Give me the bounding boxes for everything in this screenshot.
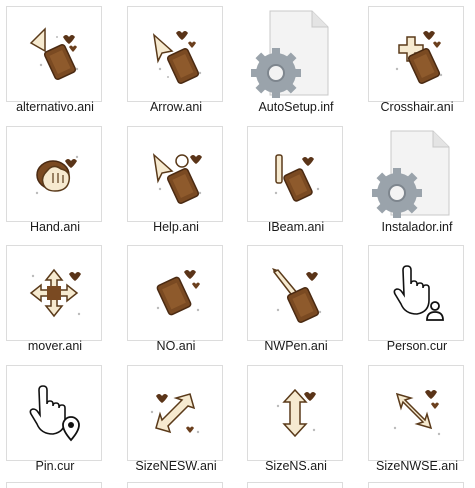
file-thumbnail <box>368 365 464 461</box>
file-name: Crosshair.ani <box>380 100 454 114</box>
choc-arrow-cursor-icon <box>152 31 202 85</box>
file-item[interactable]: Pin.cur <box>0 359 110 477</box>
resize-nesw-cursor-icon <box>150 393 200 434</box>
resize-ns-cursor-icon <box>276 388 316 438</box>
file-item[interactable]: mover.ani <box>0 239 110 357</box>
choc-arrow-cursor-icon <box>29 27 79 81</box>
file-item[interactable]: IBeam.ani <box>241 120 351 238</box>
file-thumbnail-partial[interactable] <box>368 482 464 488</box>
file-thumbnail <box>368 245 464 341</box>
file-thumbnail <box>368 126 464 222</box>
file-item[interactable]: NO.ani <box>121 239 231 357</box>
file-item[interactable]: AutoSetup.inf <box>241 0 351 118</box>
file-thumbnail <box>247 245 343 341</box>
file-thumbnail <box>247 365 343 461</box>
file-thumbnail <box>6 126 102 222</box>
file-name: Arrow.ani <box>149 100 203 114</box>
file-thumbnail <box>127 6 223 102</box>
file-item[interactable]: NWPen.ani <box>241 239 351 357</box>
file-thumbnail <box>127 245 223 341</box>
file-thumbnail <box>127 126 223 222</box>
file-thumbnail <box>368 6 464 102</box>
resize-nwse-cursor-icon <box>393 390 441 436</box>
file-thumbnail <box>247 126 343 222</box>
file-item[interactable]: Arrow.ani <box>121 0 231 118</box>
file-name: Help.ani <box>153 220 199 234</box>
file-thumbnail <box>127 365 223 461</box>
choc-move-cursor-icon <box>29 268 81 318</box>
file-name: alternativo.ani <box>16 100 94 114</box>
file-name: SizeNS.ani <box>265 459 327 473</box>
file-item[interactable]: Crosshair.ani <box>362 0 472 118</box>
file-thumbnail <box>247 6 343 102</box>
file-thumbnail-partial[interactable] <box>127 482 223 488</box>
pin-hand-cursor-icon <box>29 385 80 442</box>
file-thumbnail <box>6 245 102 341</box>
file-item[interactable]: Person.cur <box>362 239 472 357</box>
file-name: NWPen.ani <box>264 339 328 353</box>
file-name: IBeam.ani <box>267 220 325 234</box>
file-name: NO.ani <box>156 339 196 353</box>
settings-file-icon <box>251 10 329 98</box>
file-name: Person.cur <box>386 339 448 353</box>
file-name: SizeNESW.ani <box>135 459 217 473</box>
file-name: Instalador.inf <box>381 220 453 234</box>
file-item[interactable]: SizeNESW.ani <box>121 359 231 477</box>
file-thumbnail-partial[interactable] <box>6 482 102 488</box>
person-hand-cursor-icon <box>393 265 444 321</box>
file-item[interactable]: Help.ani <box>121 120 231 238</box>
file-item[interactable]: SizeNWSE.ani <box>362 359 472 477</box>
file-item[interactable]: alternativo.ani <box>0 0 110 118</box>
choc-ibeam-cursor-icon <box>274 154 320 202</box>
file-item[interactable]: SizeNS.ani <box>241 359 351 477</box>
choc-pen-cursor-icon <box>272 268 322 324</box>
file-name: SizeNWSE.ani <box>376 459 458 473</box>
choc-crosshair-cursor-icon <box>395 31 443 85</box>
file-thumbnail <box>6 365 102 461</box>
choc-hand-cursor-icon <box>35 155 79 195</box>
file-item[interactable]: Hand.ani <box>0 120 110 238</box>
file-item[interactable]: Instalador.inf <box>362 120 472 238</box>
file-name: Pin.cur <box>35 459 75 473</box>
settings-file-icon <box>372 130 450 218</box>
choc-no-cursor-icon <box>156 270 200 316</box>
file-name: mover.ani <box>27 339 83 353</box>
file-grid: alternativo.ani Arrow.ani AutoSetup.inf … <box>0 0 475 488</box>
file-name: Hand.ani <box>29 220 81 234</box>
file-thumbnail-partial[interactable] <box>247 482 343 488</box>
file-thumbnail <box>6 6 102 102</box>
choc-help-cursor-icon <box>152 153 202 205</box>
file-name: AutoSetup.inf <box>258 100 334 114</box>
